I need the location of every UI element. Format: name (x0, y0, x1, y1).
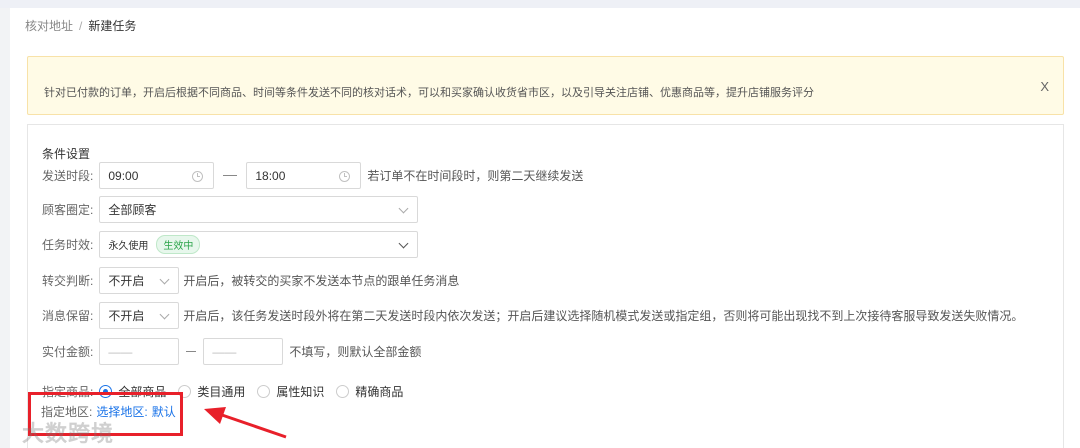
annotation-arrow-icon (204, 407, 287, 439)
